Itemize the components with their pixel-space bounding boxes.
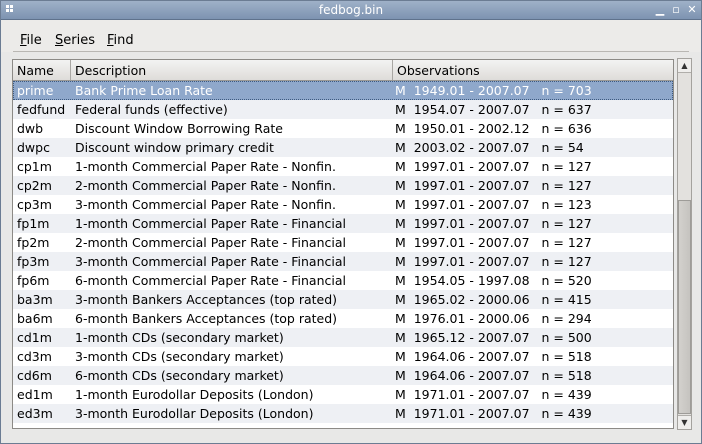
column-header-observations[interactable]: Observations bbox=[393, 60, 673, 80]
series-observations: M 1954.07 - 2007.07 n = 637 bbox=[395, 102, 592, 117]
series-observations: M 1965.02 - 2000.06 n = 415 bbox=[395, 292, 592, 307]
series-description: 2-month Commercial Paper Rate - Nonfin. bbox=[75, 178, 336, 193]
series-name: ba3m bbox=[17, 292, 53, 307]
table-row[interactable]: ba6m 6-month Bankers Acceptances (top rat… bbox=[13, 309, 673, 328]
series-name: fp6m bbox=[17, 273, 50, 288]
series-description: 1-month CDs (secondary market) bbox=[75, 330, 284, 345]
vertical-scrollbar[interactable]: ▲ ▼ bbox=[677, 58, 692, 430]
series-observations: M 1997.01 - 2007.07 n = 127 bbox=[395, 235, 592, 250]
minimize-button[interactable]: ▁ bbox=[653, 3, 667, 17]
table-row[interactable]: fp6m 6-month Commercial Paper Rate - Fina… bbox=[13, 271, 673, 290]
table-row[interactable]: cd1m 1-month CDs (secondary market) M 1965… bbox=[13, 328, 673, 347]
table-header: Name Description Observations bbox=[13, 60, 673, 81]
series-observations: M 1997.01 - 2007.07 n = 127 bbox=[395, 254, 592, 269]
series-observations: M 1971.01 - 2007.07 n = 439 bbox=[395, 406, 592, 421]
series-observations: M 1964.06 - 2007.07 n = 518 bbox=[395, 368, 592, 383]
series-name: ba6m bbox=[17, 311, 53, 326]
series-observations: M 1965.12 - 2007.07 n = 500 bbox=[395, 330, 592, 345]
series-table: Name Description Observations prime Bank … bbox=[12, 59, 674, 429]
series-name: fp2m bbox=[17, 235, 50, 250]
table-row[interactable]: fp3m 3-month Commercial Paper Rate - Fina… bbox=[13, 252, 673, 271]
app-window: fedbog.bin ▁ ▫ ✕ File Series Find Name D… bbox=[0, 0, 702, 444]
table-row[interactable]: cp3m 3-month Commercial Paper Rate - Nonf… bbox=[13, 195, 673, 214]
series-name: ed3m bbox=[17, 406, 53, 421]
series-description: 3-month Eurodollar Deposits (London) bbox=[75, 406, 314, 421]
series-observations: M 1950.01 - 2002.12 n = 636 bbox=[395, 121, 592, 136]
series-observations: M 2003.02 - 2007.07 n = 54 bbox=[395, 140, 584, 155]
series-description: 6-month CDs (secondary market) bbox=[75, 368, 284, 383]
series-name: dwpc bbox=[17, 140, 50, 155]
series-description: 1-month Commercial Paper Rate - Financia… bbox=[75, 216, 346, 231]
menu-series[interactable]: Series bbox=[55, 33, 95, 48]
window-title: fedbog.bin bbox=[318, 3, 384, 17]
series-name: dwb bbox=[17, 121, 44, 136]
table-row[interactable]: ba3m 3-month Bankers Acceptances (top rat… bbox=[13, 290, 673, 309]
menu-separator bbox=[13, 51, 689, 52]
series-name: fp3m bbox=[17, 254, 50, 269]
scroll-down-button[interactable]: ▼ bbox=[678, 415, 691, 429]
series-description: 3-month CDs (secondary market) bbox=[75, 349, 284, 364]
series-name: fedfund bbox=[17, 102, 66, 117]
table-row[interactable]: cp2m 2-month Commercial Paper Rate - Nonf… bbox=[13, 176, 673, 195]
table-row[interactable]: ed3m 3-month Eurodollar Deposits (London)… bbox=[13, 404, 673, 423]
series-description: 1-month Commercial Paper Rate - Nonfin. bbox=[75, 159, 336, 174]
series-observations: M 1949.01 - 2007.07 n = 703 bbox=[395, 83, 592, 98]
table-row[interactable]: dwpc Discount window primary credit M 2003… bbox=[13, 138, 673, 157]
series-name: ed1m bbox=[17, 387, 53, 402]
series-observations: M 1997.01 - 2007.07 n = 127 bbox=[395, 159, 592, 174]
table-row[interactable]: cd6m 6-month CDs (secondary market) M 1964… bbox=[13, 366, 673, 385]
menu-find[interactable]: Find bbox=[107, 33, 134, 48]
series-description: 6-month Bankers Acceptances (top rated) bbox=[75, 311, 338, 326]
series-description: 3-month Commercial Paper Rate - Financia… bbox=[75, 254, 346, 269]
series-observations: M 1997.01 - 2007.07 n = 127 bbox=[395, 178, 592, 193]
series-name: cd3m bbox=[17, 349, 52, 364]
table-row[interactable]: fp2m 2-month Commercial Paper Rate - Fina… bbox=[13, 233, 673, 252]
series-observations: M 1997.01 - 2007.07 n = 123 bbox=[395, 197, 592, 212]
series-description: 3-month Bankers Acceptances (top rated) bbox=[75, 292, 338, 307]
maximize-button[interactable]: ▫ bbox=[669, 3, 683, 17]
series-observations: M 1997.01 - 2007.07 n = 127 bbox=[395, 216, 592, 231]
table-row[interactable]: dwb Discount Window Borrowing Rate M 1950.… bbox=[13, 119, 673, 138]
close-button[interactable]: ✕ bbox=[685, 3, 699, 17]
series-description: 3-month Commercial Paper Rate - Nonfin. bbox=[75, 197, 336, 212]
column-header-name[interactable]: Name bbox=[13, 60, 71, 80]
menu-file[interactable]: File bbox=[20, 33, 42, 48]
table-row[interactable]: cd3m 3-month CDs (secondary market) M 1964… bbox=[13, 347, 673, 366]
series-observations: M 1976.01 - 2000.06 n = 294 bbox=[395, 311, 592, 326]
series-name: prime bbox=[17, 83, 54, 98]
menu-bar: File Series Find bbox=[1, 20, 701, 52]
series-observations: M 1954.05 - 1997.08 n = 520 bbox=[395, 273, 592, 288]
series-observations: M 1971.01 - 2007.07 n = 439 bbox=[395, 387, 592, 402]
column-header-description[interactable]: Description bbox=[71, 60, 393, 80]
table-row[interactable]: fp1m 1-month Commercial Paper Rate - Fina… bbox=[13, 214, 673, 233]
series-name: cp1m bbox=[17, 159, 52, 174]
scroll-up-button[interactable]: ▲ bbox=[678, 59, 691, 73]
title-bar[interactable]: fedbog.bin ▁ ▫ ✕ bbox=[1, 1, 701, 20]
series-name: cp3m bbox=[17, 197, 52, 212]
series-description: Discount Window Borrowing Rate bbox=[75, 121, 283, 136]
series-name: cp2m bbox=[17, 178, 52, 193]
series-description: 1-month Eurodollar Deposits (London) bbox=[75, 387, 314, 402]
series-name: fp1m bbox=[17, 216, 50, 231]
series-description: Bank Prime Loan Rate bbox=[75, 83, 213, 98]
table-row[interactable]: cp1m 1-month Commercial Paper Rate - Nonf… bbox=[13, 157, 673, 176]
series-description: 2-month Commercial Paper Rate - Financia… bbox=[75, 235, 346, 250]
table-body: prime Bank Prime Loan Rate M 1949.01 - 200… bbox=[13, 81, 673, 423]
series-observations: M 1964.06 - 2007.07 n = 518 bbox=[395, 349, 592, 364]
series-name: cd1m bbox=[17, 330, 52, 345]
table-row[interactable]: ed1m 1-month Eurodollar Deposits (London)… bbox=[13, 385, 673, 404]
series-description: 6-month Commercial Paper Rate - Financia… bbox=[75, 273, 346, 288]
table-row[interactable]: prime Bank Prime Loan Rate M 1949.01 - 200… bbox=[13, 81, 673, 100]
table-row[interactable]: fedfund Federal funds (effective) M 1954.0… bbox=[13, 100, 673, 119]
scrollbar-thumb[interactable] bbox=[678, 200, 691, 414]
series-description: Federal funds (effective) bbox=[75, 102, 228, 117]
series-description: Discount window primary credit bbox=[75, 140, 274, 155]
series-name: cd6m bbox=[17, 368, 52, 383]
